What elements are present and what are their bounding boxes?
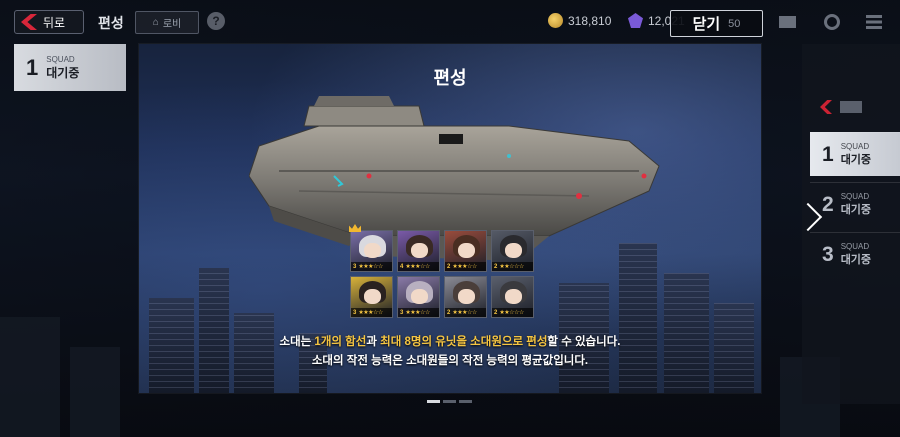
skyline-tower (199, 268, 229, 393)
description-line-1: 소대는 1개의 함선과 최대 8명의 유닛을 소대원으로 편성할 수 있습니다. (279, 336, 621, 348)
squad-emblem-icon (820, 100, 832, 114)
unit-level: 3 (400, 309, 404, 316)
unit-card[interactable]: 3 ★★★☆☆ (350, 230, 393, 272)
next-page-arrow[interactable] (796, 196, 820, 240)
coin-currency: 318,810 (548, 13, 611, 28)
page-indicator (427, 400, 472, 403)
unit-card-grid: 3 ★★★☆☆ 4 ★★★☆☆ 2 ★★★☆☆ 2 ★★☆☆☆ 3 ★★★☆☆ 3 ★★★☆… (350, 230, 540, 318)
page-dot[interactable] (459, 400, 472, 403)
back-arrow-icon (21, 14, 37, 30)
unit-card[interactable]: 3 ★★★☆☆ (397, 276, 440, 318)
squad-number: 1 (822, 142, 834, 166)
gem-icon (628, 13, 643, 28)
squad-state: 대기중 (840, 154, 872, 166)
unit-stars: ★★★☆☆ (405, 310, 430, 316)
home-icon: ⌂ (152, 17, 159, 28)
squad-item-3[interactable]: 3 SQUAD 대기중 (810, 232, 900, 276)
squad-state: 대기중 (46, 65, 80, 80)
squad-list-header (810, 94, 900, 120)
unit-card[interactable]: 2 ★★★☆☆ (444, 276, 487, 318)
squad-state: 대기중 (840, 254, 872, 266)
page-dot[interactable] (427, 400, 440, 403)
coin-icon (548, 13, 563, 28)
lobby-button[interactable]: ⌂ 로비 (135, 11, 199, 34)
modal-description: 소대는 1개의 함선과 최대 8명의 유닛을 소대원으로 편성할 수 있습니다.… (139, 333, 761, 371)
help-button[interactable]: ? (207, 12, 225, 30)
squad-number: 2 (822, 192, 834, 216)
page-dot[interactable] (443, 400, 456, 403)
squad-header-bar (840, 101, 862, 113)
unit-card[interactable]: 2 ★★☆☆☆ (491, 276, 534, 318)
close-suffix: 50 (728, 17, 741, 30)
squad-number: 3 (822, 242, 834, 266)
left-squad-tab[interactable]: 1 SQUAD 대기중 (14, 44, 126, 91)
unit-level: 2 (447, 309, 451, 316)
close-button[interactable]: 닫기 50 (670, 10, 763, 37)
squad-label: SQUAD (46, 54, 75, 64)
unit-level: 3 (353, 309, 357, 316)
squad-state: 대기중 (840, 204, 872, 216)
unit-card[interactable]: 4 ★★★☆☆ (397, 230, 440, 272)
squad-number: 1 (26, 54, 39, 80)
unit-card[interactable]: 2 ★★☆☆☆ (491, 230, 534, 272)
unit-stars: ★★★☆☆ (452, 310, 477, 316)
unit-level: 4 (400, 263, 404, 270)
squad-label: SQUAD (840, 142, 870, 151)
squad-item-2[interactable]: 2 SQUAD 대기중 (810, 182, 900, 226)
unit-level: 2 (494, 309, 498, 316)
background-building (0, 317, 60, 437)
unit-stars: ★★☆☆☆ (499, 310, 524, 316)
unit-level: 2 (447, 263, 451, 270)
modal-title: 편성 (433, 68, 467, 88)
close-label: 닫기 (692, 16, 721, 33)
lobby-label: 로비 (162, 19, 182, 30)
unit-card[interactable]: 3 ★★★☆☆ (350, 276, 393, 318)
tutorial-modal: 편성 3 ★★★☆☆ 4 ★★★☆☆ 2 ★★★☆☆ 2 ★★☆☆☆ 3 ★★★… (139, 44, 761, 393)
menu-icon[interactable] (866, 15, 882, 29)
unit-level: 3 (353, 263, 357, 270)
squad-label: SQUAD (840, 242, 870, 251)
background-building (70, 347, 120, 437)
coin-amount: 318,810 (568, 13, 612, 28)
unit-card[interactable]: 2 ★★★☆☆ (444, 230, 487, 272)
unit-stars: ★★★☆☆ (452, 264, 477, 270)
unit-stars: ★★★☆☆ (405, 264, 430, 270)
squad-label: SQUAD (840, 192, 870, 201)
unit-level: 2 (494, 263, 498, 270)
unit-stars: ★★★☆☆ (358, 264, 383, 270)
mail-icon[interactable] (779, 16, 796, 28)
page-title: 편성 (98, 15, 124, 31)
description-line-2: 소대의 작전 능력은 소대원들의 작전 능력의 평균값입니다. (311, 355, 589, 367)
unit-stars: ★★☆☆☆ (499, 264, 524, 270)
unit-stars: ★★★☆☆ (358, 310, 383, 316)
top-bar: 뒤로 편성 ⌂ 로비 ? 318,810 12,021 닫기 50 (0, 0, 900, 44)
gear-icon[interactable] (824, 14, 840, 30)
squad-item-1[interactable]: 1 SQUAD 대기중 (810, 132, 900, 176)
back-button[interactable]: 뒤로 (14, 10, 84, 34)
back-label: 뒤로 (43, 15, 66, 30)
